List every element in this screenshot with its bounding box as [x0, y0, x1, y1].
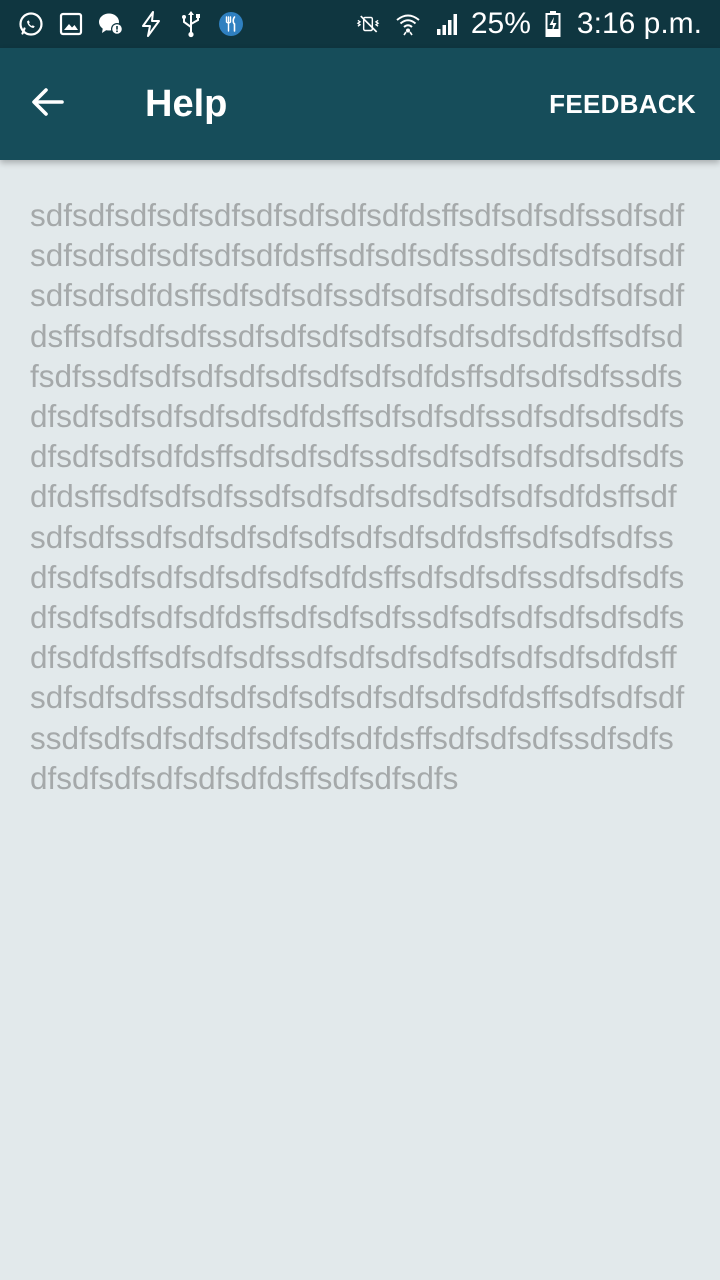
status-bar: 25% 3:16 p.m. [0, 0, 720, 48]
usb-icon [178, 11, 204, 38]
status-right-icons: 25% 3:16 p.m. [355, 9, 702, 39]
chat-bubble-icon [98, 11, 124, 37]
page-title: Help [145, 83, 228, 125]
flash-icon [138, 11, 164, 37]
battery-charging-icon [545, 11, 561, 37]
feedback-button[interactable]: FEEDBACK [549, 88, 696, 120]
back-button[interactable] [28, 84, 68, 124]
mute-vibrate-icon [355, 11, 381, 37]
wifi-icon [395, 11, 421, 37]
status-left-icons [18, 11, 244, 38]
signal-icon [435, 11, 461, 37]
whatsapp-icon [18, 11, 44, 37]
help-text: sdfsdfsdfsdfsdfsdfsdfsdfsdfdsffsdfsdfsdf… [30, 197, 685, 796]
clock-time: 3:16 p.m. [576, 7, 702, 40]
restaurant-icon [218, 11, 244, 37]
app-bar: Help FEEDBACK [0, 48, 720, 160]
help-content: sdfsdfsdfsdfsdfsdfsdfsdfsdfdsffsdfsdfsdf… [30, 195, 690, 798]
battery-percentage: 25% [470, 7, 531, 40]
image-icon [58, 11, 84, 37]
arrow-back-icon [30, 84, 66, 125]
